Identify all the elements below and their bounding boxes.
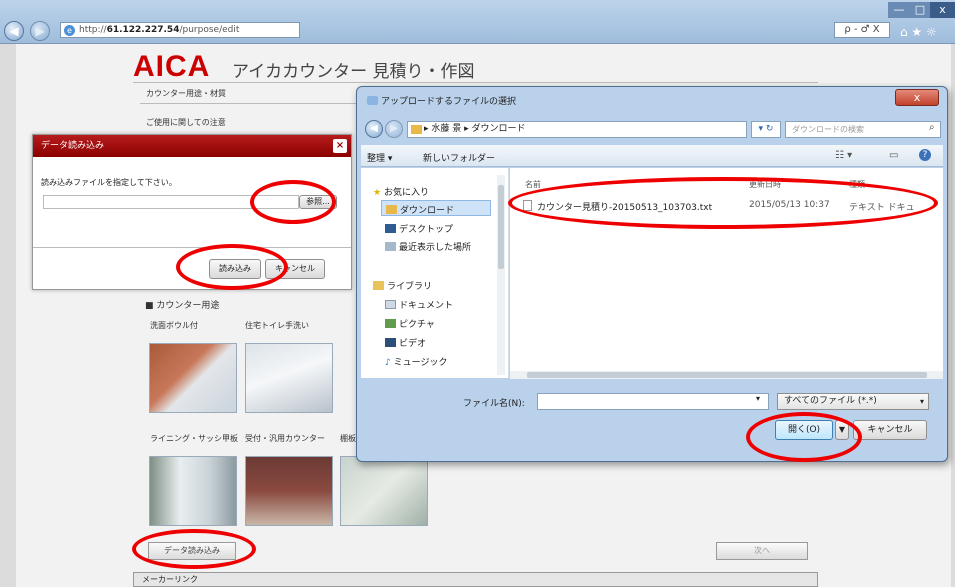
divider <box>33 247 351 248</box>
tree-label: ライブラリ <box>387 282 433 292</box>
folder-icon <box>411 125 422 134</box>
tree-label: ミュージック <box>393 358 448 368</box>
thumbnail-wash-basin[interactable] <box>149 343 237 413</box>
folder-icon <box>386 205 397 214</box>
maximize-button[interactable]: □ <box>910 2 930 18</box>
page-title: アイカカウンター 見積り・作図 <box>232 62 475 82</box>
breadcrumb-text: ▸ 水藤 景 ▸ ダウンロード <box>424 124 526 134</box>
tree-music[interactable]: ♪ ミュージック <box>385 355 447 368</box>
highlight-ring <box>746 412 862 462</box>
filetype-select[interactable]: すべてのファイル (*.*) ▾ <box>777 393 929 410</box>
thumbnail-shelf[interactable] <box>340 456 428 526</box>
menu-item-notes[interactable]: ご使用に関しての注意 <box>146 117 226 128</box>
category-label: 住宅トイレ手洗い <box>245 321 309 330</box>
app-icon <box>367 96 378 105</box>
filename-input[interactable] <box>537 393 769 410</box>
highlight-ring <box>508 177 938 229</box>
picture-icon <box>385 319 396 328</box>
ie-icon: e <box>64 25 75 36</box>
column-name[interactable]: 名前 <box>525 179 541 190</box>
horizontal-scrollbar-thumb[interactable] <box>527 372 927 378</box>
divider <box>133 82 818 83</box>
category-label: ライニング・サッシ甲板 <box>150 434 238 443</box>
music-icon: ♪ <box>385 358 391 368</box>
address-controls[interactable]: ρ - ♂ X <box>834 22 890 38</box>
back-button[interactable]: ◀ <box>4 21 24 41</box>
tree-label: 最近表示した場所 <box>399 243 472 253</box>
file-dialog-title-text: アップロードするファイルの選択 <box>381 97 517 107</box>
tree-recent[interactable]: 最近表示した場所 <box>385 240 471 253</box>
forward-button[interactable]: ▶ <box>30 21 50 41</box>
menu-item-usage[interactable]: カウンター用途・材質 <box>146 88 226 99</box>
file-dialog-title: アップロードするファイルの選択 <box>367 94 516 107</box>
file-cancel-button[interactable]: キャンセル <box>853 420 927 440</box>
video-icon <box>385 338 396 347</box>
category-label: 洗面ボウル付 <box>150 321 198 330</box>
thumbnail-toilet-sink[interactable] <box>245 343 333 413</box>
tree-label: ドキュメント <box>399 301 454 311</box>
tree-label: ダウンロード <box>400 206 455 216</box>
star-icon: ★ <box>373 188 382 198</box>
highlight-ring <box>250 180 336 224</box>
section-title: ■ カウンター用途 <box>145 301 220 311</box>
url-host: 61.122.227.54 <box>106 25 180 35</box>
thumbnail-reception[interactable] <box>245 456 333 526</box>
url-path: /purpose/edit <box>179 25 240 35</box>
tree-desktop[interactable]: デスクトップ <box>385 222 453 235</box>
chevron-down-icon: ▾ <box>919 397 924 406</box>
desktop-icon <box>385 224 396 233</box>
close-icon[interactable]: x <box>895 89 939 106</box>
toolbar-icons[interactable]: ⌂ ★ ☼ <box>900 25 937 39</box>
forward-icon: ▶ <box>35 24 45 38</box>
close-icon[interactable]: × <box>333 139 347 153</box>
footer-bar: メーカーリンク <box>133 572 818 587</box>
breadcrumb[interactable]: ▸ 水藤 景 ▸ ダウンロード <box>407 121 747 138</box>
tree-pictures[interactable]: ピクチャ <box>385 317 435 330</box>
tree-documents[interactable]: ドキュメント <box>385 298 453 311</box>
tree-videos[interactable]: ビデオ <box>385 336 426 349</box>
category-label: 受付・汎用カウンター <box>245 434 325 443</box>
divider <box>140 103 380 104</box>
forward-icon[interactable]: ▶ <box>385 120 403 138</box>
next-button[interactable]: 次へ <box>716 542 808 560</box>
url-scheme: http:// <box>79 25 107 35</box>
refresh-button[interactable]: ▾ ↻ <box>751 121 781 138</box>
preview-pane-icon[interactable]: ▭ <box>889 150 898 161</box>
thumbnail-lining[interactable] <box>149 456 237 526</box>
filetype-value: すべてのファイル (*.*) <box>784 396 877 406</box>
search-icon: ⌕ <box>929 122 935 133</box>
organize-button[interactable]: 整理 ▾ <box>367 151 392 164</box>
highlight-ring <box>132 529 256 569</box>
view-icon[interactable]: ☷ ▾ <box>835 150 852 161</box>
new-folder-button[interactable]: 新しいフォルダー <box>423 151 495 164</box>
tree-label: ピクチャ <box>399 320 435 330</box>
nav-scrollbar-thumb[interactable] <box>498 185 504 269</box>
tree-downloads[interactable]: ダウンロード <box>381 200 491 216</box>
search-input[interactable]: ダウンロードの検索 <box>785 121 941 138</box>
tree-favorites[interactable]: ★ お気に入り <box>373 185 429 198</box>
address-bar[interactable]: e http://61.122.227.54/purpose/edit <box>60 22 300 38</box>
file-open-dialog: アップロードするファイルの選択 x ◀ ▶ ▸ 水藤 景 ▸ ダウンロード ▾ … <box>356 86 948 462</box>
filename-label: ファイル名(N): <box>463 399 525 409</box>
close-window-button[interactable]: x <box>930 2 955 18</box>
library-icon <box>373 281 384 290</box>
aica-logo: AICA <box>133 50 211 83</box>
tree-libraries[interactable]: ライブラリ <box>373 279 432 292</box>
document-icon <box>385 300 396 309</box>
tree-label: お気に入り <box>383 188 429 198</box>
tree-label: ビデオ <box>399 339 427 349</box>
recent-icon <box>385 242 396 251</box>
back-icon[interactable]: ◀ <box>365 120 383 138</box>
back-icon: ◀ <box>9 24 19 38</box>
import-dialog-title: データ読み込み <box>41 141 105 151</box>
category-label: 棚板 <box>340 434 356 443</box>
highlight-ring <box>176 244 288 290</box>
help-icon[interactable]: ? <box>919 149 931 161</box>
import-instruction: 読み込みファイルを指定して下さい。 <box>41 178 177 187</box>
minimize-button[interactable]: — <box>888 2 910 18</box>
tree-label: デスクトップ <box>399 225 454 235</box>
import-dialog-titlebar: データ読み込み × <box>33 135 351 157</box>
chevron-down-icon[interactable]: ▾ <box>756 394 760 403</box>
